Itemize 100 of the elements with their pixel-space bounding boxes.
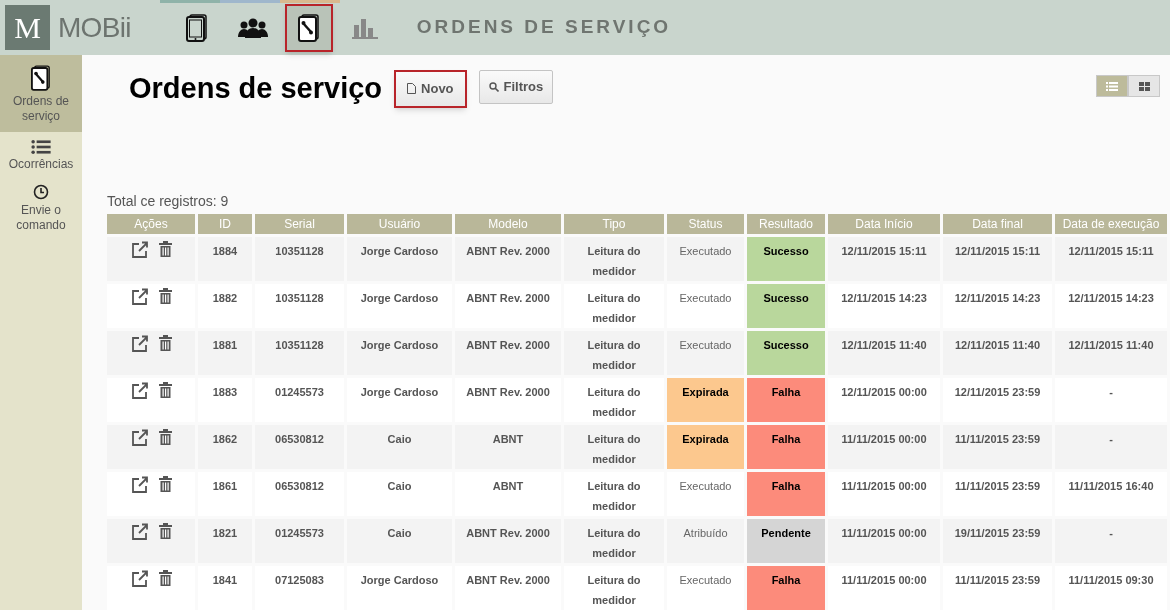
table-cell: 11/11/2015 00:00 — [828, 518, 940, 563]
trash-icon[interactable] — [158, 381, 172, 400]
external-link-icon[interactable] — [130, 522, 149, 541]
tablet-icon — [185, 13, 208, 42]
column-header: ID — [198, 213, 252, 234]
status-cell: Expirada — [667, 424, 744, 469]
table-cell: 11/11/2015 00:00 — [828, 471, 940, 516]
table-cell: 1841 — [198, 565, 252, 610]
table-cell: ABNT Rev. 2000 — [455, 236, 561, 281]
status-cell: Executado — [667, 236, 744, 281]
table-cell: 01245573 — [255, 518, 344, 563]
trash-icon[interactable] — [158, 240, 172, 259]
table-cell: 06530812 — [255, 424, 344, 469]
sidebar-item[interactable]: Ocorrências — [0, 132, 82, 176]
nav-tab[interactable] — [284, 3, 333, 52]
column-header: Usuário — [347, 213, 452, 234]
tablet-wrench-icon — [297, 13, 320, 42]
table-cell: - — [1055, 377, 1167, 422]
list-icon — [31, 140, 51, 154]
table-cell: 11/11/2015 09:30 — [1055, 565, 1167, 610]
bar-chart-icon — [351, 16, 378, 39]
table-cell: ABNT Rev. 2000 — [455, 565, 561, 610]
table-cell: 11/11/2015 16:40 — [1055, 471, 1167, 516]
external-link-icon[interactable] — [130, 240, 149, 259]
result-cell: Sucesso — [747, 330, 825, 375]
table-cell: 12/11/2015 14:23 — [943, 283, 1052, 328]
table-cell: Leitura do medidor — [564, 283, 664, 328]
table-cell: Jorge Cardoso — [347, 565, 452, 610]
column-header: Serial — [255, 213, 344, 234]
table-cell: 07125083 — [255, 565, 344, 610]
table-cell: Jorge Cardoso — [347, 236, 452, 281]
table-cell: 10351128 — [255, 236, 344, 281]
table-cell: Leitura do medidor — [564, 424, 664, 469]
grid-view-button[interactable] — [1128, 75, 1160, 97]
table-cell: ABNT Rev. 2000 — [455, 518, 561, 563]
table-cell: 12/11/2015 11:40 — [828, 330, 940, 375]
column-header: Status — [667, 213, 744, 234]
external-link-icon[interactable] — [130, 334, 149, 353]
external-link-icon[interactable] — [130, 428, 149, 447]
trash-icon[interactable] — [158, 475, 172, 494]
table-cell: Caio — [347, 424, 452, 469]
page-title: Ordens de serviço — [129, 71, 383, 106]
column-header: Ações — [107, 213, 195, 234]
section-title: ORDENS DE SERVIÇO — [416, 15, 672, 40]
users-icon — [237, 16, 268, 39]
table-cell: Caio — [347, 518, 452, 563]
sidebar-item[interactable]: Envie o comando — [0, 176, 82, 237]
trash-icon[interactable] — [158, 569, 172, 588]
table-cell: 12/11/2015 00:00 — [828, 377, 940, 422]
column-header: Tipo — [564, 213, 664, 234]
table-cell: Leitura do medidor — [564, 518, 664, 563]
status-cell: Executado — [667, 283, 744, 328]
external-link-icon[interactable] — [130, 569, 149, 588]
table-cell: ABNT Rev. 2000 — [455, 283, 561, 328]
table-cell: 11/11/2015 23:59 — [943, 565, 1052, 610]
table-cell: Leitura do medidor — [564, 236, 664, 281]
table-cell: 12/11/2015 14:23 — [1055, 283, 1167, 328]
status-cell: Expirada — [667, 377, 744, 422]
table-cell: 1821 — [198, 518, 252, 563]
table-cell: ABNT — [455, 471, 561, 516]
trash-icon[interactable] — [158, 522, 172, 541]
table-cell: Leitura do medidor — [564, 565, 664, 610]
table-cell: Leitura do medidor — [564, 377, 664, 422]
table-cell: 11/11/2015 00:00 — [828, 424, 940, 469]
table-cell: Caio — [347, 471, 452, 516]
result-cell: Falha — [747, 377, 825, 422]
table-cell: 11/11/2015 23:59 — [943, 424, 1052, 469]
new-button[interactable]: Novo — [394, 69, 467, 108]
trash-icon[interactable] — [158, 428, 172, 447]
external-link-icon[interactable] — [130, 475, 149, 494]
brand-name: MOBii — [58, 10, 131, 45]
external-link-icon[interactable] — [130, 287, 149, 306]
table-cell: 19/11/2015 23:59 — [943, 518, 1052, 563]
table-cell: 12/11/2015 11:40 — [1055, 330, 1167, 375]
sidebar-item[interactable]: Ordens de serviço — [0, 55, 82, 132]
table-cell: 1882 — [198, 283, 252, 328]
table-cell: Jorge Cardoso — [347, 330, 452, 375]
table-cell: Leitura do medidor — [564, 330, 664, 375]
table-cell: 11/11/2015 23:59 — [943, 471, 1052, 516]
list-icon — [1106, 81, 1118, 91]
table-cell: 12/11/2015 15:11 — [828, 236, 940, 281]
document-icon — [407, 83, 417, 95]
table-cell: ABNT Rev. 2000 — [455, 330, 561, 375]
column-header: Data Início — [828, 213, 940, 234]
filter-button[interactable]: Filtros — [478, 69, 554, 104]
column-header: Modelo — [455, 213, 561, 234]
status-cell: Executado — [667, 330, 744, 375]
table-cell: 10351128 — [255, 330, 344, 375]
table-cell: Jorge Cardoso — [347, 283, 452, 328]
record-count: Total ce registros: 9 — [107, 191, 230, 211]
external-link-icon[interactable] — [130, 381, 149, 400]
clock-icon — [33, 184, 49, 200]
column-header: Data final — [943, 213, 1052, 234]
tablet-wrench-icon — [31, 65, 51, 91]
trash-icon[interactable] — [158, 334, 172, 353]
table-cell: 01245573 — [255, 377, 344, 422]
table-cell: - — [1055, 424, 1167, 469]
trash-icon[interactable] — [158, 287, 172, 306]
table-cell: 11/11/2015 00:00 — [828, 565, 940, 610]
table-cell: ABNT — [455, 424, 561, 469]
